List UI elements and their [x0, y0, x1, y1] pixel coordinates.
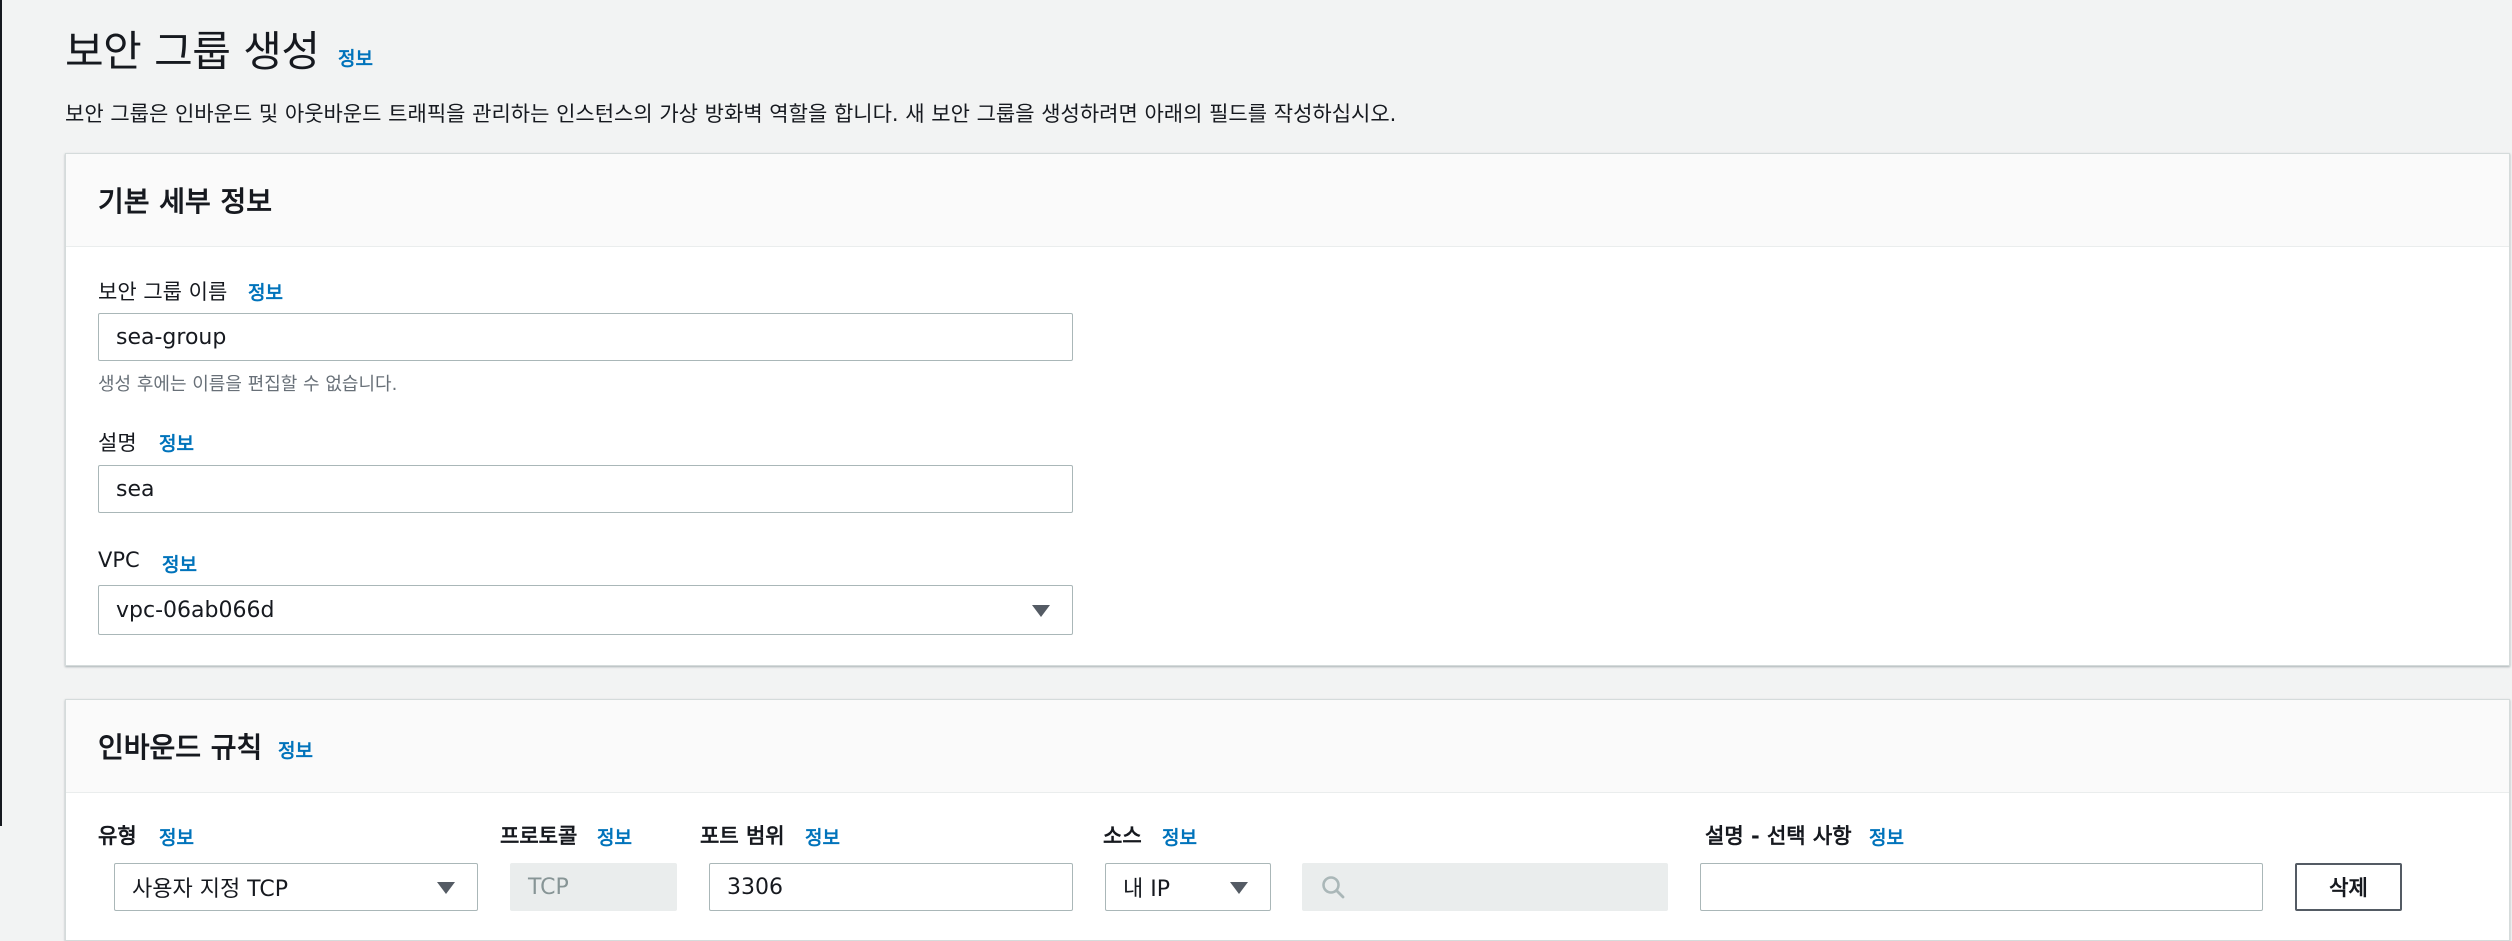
rule-description-input[interactable] — [1700, 863, 2263, 911]
page-description: 보안 그룹은 인바운드 및 아웃바운드 트래픽을 관리하는 인스턴스의 가상 방… — [65, 102, 1397, 126]
vpc-select[interactable]: vpc-06ab066d — [98, 585, 1073, 635]
left-rail — [0, 0, 2, 826]
vpc-info-link[interactable]: 정보 — [162, 550, 197, 577]
security-group-name-label: 보안 그룹 이름 — [98, 280, 228, 304]
security-group-name-hint: 생성 후에는 이름을 편집할 수 없습니다. — [98, 374, 398, 395]
inbound-rules-info-link[interactable]: 정보 — [278, 736, 313, 763]
type-column-label: 유형 — [98, 824, 137, 848]
security-group-name-info-link[interactable]: 정보 — [248, 278, 283, 305]
rule-protocol-field: TCP — [510, 863, 677, 911]
inbound-rules-title: 인바운드 규칙 — [98, 731, 263, 764]
rule-type-select[interactable]: 사용자 지정 TCP — [114, 863, 478, 911]
rule-description-column-label: 설명 - 선택 사항 — [1705, 824, 1852, 848]
rule-type-value: 사용자 지정 TCP — [132, 877, 288, 902]
basic-details-header: 기본 세부 정보 — [66, 154, 2509, 247]
protocol-column-label: 프로토콜 — [500, 824, 578, 848]
inbound-rules-header: 인바운드 규칙 정보 — [66, 700, 2509, 793]
page-title: 보안 그룹 생성 — [65, 27, 320, 76]
source-column-label: 소스 — [1103, 824, 1142, 848]
type-info-link[interactable]: 정보 — [159, 823, 194, 850]
caret-down-icon — [1032, 605, 1050, 617]
caret-down-icon — [437, 882, 455, 894]
description-info-link[interactable]: 정보 — [159, 429, 194, 456]
rule-source-value: 내 IP — [1123, 877, 1170, 902]
security-group-name-input[interactable] — [98, 313, 1073, 361]
search-icon — [1322, 876, 1345, 899]
description-label: 설명 — [98, 431, 137, 455]
caret-down-icon — [1230, 882, 1248, 894]
basic-details-title: 기본 세부 정보 — [98, 185, 273, 218]
source-info-link[interactable]: 정보 — [1162, 823, 1197, 850]
vpc-select-value: vpc-06ab066d — [116, 597, 275, 623]
port-range-info-link[interactable]: 정보 — [805, 823, 840, 850]
rule-source-select[interactable]: 내 IP — [1105, 863, 1271, 911]
basic-details-panel: 기본 세부 정보 보안 그룹 이름 정보 생성 후에는 이름을 편집할 수 없습… — [65, 153, 2510, 666]
inbound-rules-panel: 인바운드 규칙 정보 유형 정보 프로토콜 정보 포트 범위 정보 소스 정보 … — [65, 699, 2510, 941]
rule-description-info-link[interactable]: 정보 — [1869, 823, 1904, 850]
description-input[interactable] — [98, 465, 1073, 513]
port-range-column-label: 포트 범위 — [700, 824, 785, 848]
protocol-info-link[interactable]: 정보 — [597, 823, 632, 850]
vpc-label: VPC — [98, 548, 140, 572]
delete-rule-button[interactable]: 삭제 — [2295, 863, 2402, 911]
rule-source-search[interactable] — [1302, 863, 1668, 911]
rule-port-range-input[interactable] — [709, 863, 1073, 911]
page-info-link[interactable]: 정보 — [338, 44, 373, 71]
